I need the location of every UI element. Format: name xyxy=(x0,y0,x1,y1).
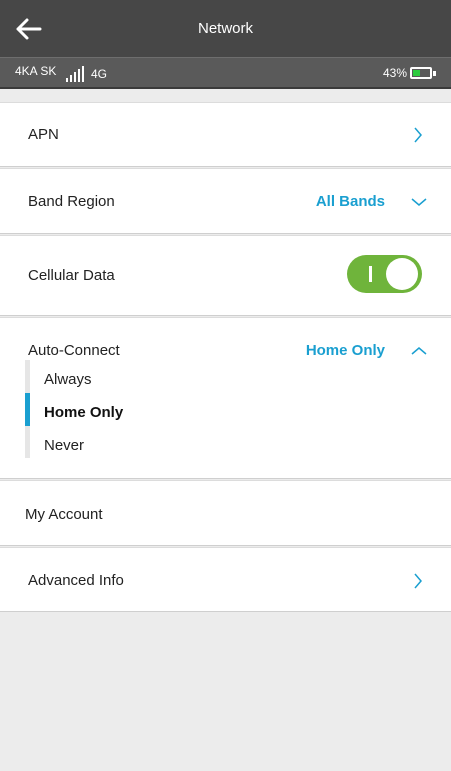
option-never[interactable]: Never xyxy=(44,437,84,454)
battery-percent: 43% xyxy=(383,66,408,80)
apn-row[interactable]: APN xyxy=(0,102,451,167)
signal-strength-icon xyxy=(66,66,84,82)
chevron-right-icon xyxy=(414,573,422,589)
auto-connect-row: Auto-Connect Home Only Always Home Only … xyxy=(0,317,451,479)
cellular-data-label: Cellular Data xyxy=(28,267,115,284)
page-title: Network xyxy=(197,20,253,37)
my-account-label: My Account xyxy=(25,506,103,523)
option-home-only[interactable]: Home Only xyxy=(44,404,123,421)
advanced-info-row[interactable]: Advanced Info xyxy=(0,547,451,612)
option-rail xyxy=(25,360,30,458)
battery-nub xyxy=(433,71,436,76)
network-type: 4G xyxy=(91,67,108,81)
auto-connect-label: Auto-Connect xyxy=(28,342,120,359)
toggle-on-indicator xyxy=(369,266,372,282)
band-region-value[interactable]: All Bands xyxy=(316,193,385,210)
carrier-name: 4KA SK xyxy=(15,64,57,78)
advanced-info-label: Advanced Info xyxy=(28,572,124,589)
band-region-row[interactable]: Band Region All Bands xyxy=(0,168,451,234)
my-account-row[interactable]: My Account xyxy=(0,480,451,546)
status-bar: 4KA SK 4G 43% xyxy=(0,57,451,89)
band-region-label: Band Region xyxy=(28,193,115,210)
auto-connect-value[interactable]: Home Only xyxy=(306,342,385,359)
chevron-down-icon[interactable] xyxy=(411,197,427,207)
option-always[interactable]: Always xyxy=(44,371,92,388)
battery-level-fill xyxy=(413,70,420,76)
app-header: Network xyxy=(0,0,451,57)
chevron-up-icon[interactable] xyxy=(411,346,427,356)
cellular-data-row: Cellular Data xyxy=(0,235,451,316)
chevron-right-icon xyxy=(414,127,422,143)
toggle-knob xyxy=(386,258,418,290)
selected-option-marker xyxy=(25,393,30,426)
battery-icon xyxy=(410,67,432,79)
apn-label: APN xyxy=(28,126,59,143)
cellular-data-toggle[interactable] xyxy=(347,255,422,293)
